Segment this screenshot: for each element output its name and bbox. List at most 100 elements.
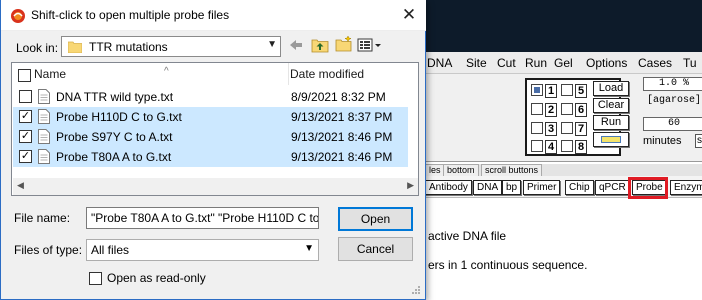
menu-item-gel[interactable]: Gel [554, 56, 573, 70]
info-text: ers in 1 continuous sequence. [428, 258, 588, 272]
file-name: Probe S97Y C to A.txt [56, 130, 173, 144]
lane-number: 5 [575, 84, 587, 98]
text-file-icon [38, 89, 50, 104]
chevron-down-icon: ▼ [304, 243, 314, 254]
read-only-checkbox[interactable] [89, 272, 102, 285]
gel-swatch-icon [601, 135, 621, 143]
lane-checkbox[interactable] [531, 122, 543, 134]
lane-checkbox[interactable] [531, 140, 543, 152]
scroll-left-icon[interactable]: ◀ [17, 180, 24, 191]
qpcr-button[interactable]: qPCR [595, 180, 630, 195]
look-in-dropdown[interactable]: TTR mutations ▼ [61, 36, 281, 57]
up-folder-icon[interactable] [311, 36, 329, 54]
read-only-label: Open as read-only [107, 271, 206, 285]
lane-number: 2 [545, 103, 557, 117]
clear-button[interactable]: Clear [593, 98, 629, 113]
file-name-input[interactable]: "Probe T80A A to G.txt" "Probe H110D C t… [86, 207, 319, 229]
file-date: 9/13/2021 8:37 PM [291, 110, 393, 124]
column-header-name[interactable]: Name ^ [34, 63, 289, 85]
cancel-button[interactable]: Cancel [338, 237, 413, 261]
agarose-label: [agarose] [646, 95, 701, 106]
file-type-label: Files of type: [14, 243, 83, 257]
look-in-value: TTR mutations [89, 40, 168, 54]
file-name-label: File name: [14, 211, 71, 225]
file-row[interactable]: ✓ Probe T80A A to G.txt 9/13/2021 8:46 P… [13, 147, 408, 167]
minutes-label: minutes [643, 135, 682, 147]
menu-item-cut[interactable]: Cut [497, 56, 516, 70]
lane-checkbox[interactable] [531, 84, 543, 96]
select-all-checkbox[interactable] [18, 69, 31, 82]
file-row[interactable]: ✓ Probe S97Y C to A.txt 9/13/2021 8:46 P… [13, 127, 408, 147]
dna-button[interactable]: DNA [473, 180, 503, 195]
row-checkbox[interactable] [19, 90, 32, 103]
gel-color-button[interactable] [593, 132, 629, 147]
menu-item-site[interactable]: Site [466, 56, 487, 70]
load-button[interactable]: Load [593, 81, 629, 96]
lane-number: 3 [545, 122, 557, 136]
file-date: 9/13/2021 8:46 PM [291, 130, 393, 144]
menu-item-cases[interactable]: Cases [638, 56, 672, 70]
lane-checkbox[interactable] [561, 84, 573, 96]
row-checkbox[interactable]: ✓ [19, 110, 32, 123]
enzyme-button[interactable]: Enzyme [670, 180, 702, 195]
row-checkbox[interactable]: ✓ [19, 130, 32, 143]
file-name: DNA TTR wild type.txt [56, 90, 174, 104]
text-file-icon [38, 109, 50, 124]
antibody-button[interactable]: Antibody [425, 180, 472, 195]
open-file-dialog: Shift-click to open multiple probe files… [0, 0, 426, 300]
file-type-value: All files [91, 243, 130, 257]
column-header-date[interactable]: Date modified [290, 63, 400, 85]
horizontal-scrollbar[interactable]: ◀ ▶ [13, 178, 418, 195]
file-name: Probe T80A A to G.txt [56, 150, 172, 164]
column-header-name-label: Name [34, 67, 67, 81]
menu-item-options[interactable]: Options [586, 56, 627, 70]
close-icon[interactable]: ✕ [397, 4, 421, 28]
menu-item-run[interactable]: Run [525, 56, 547, 70]
row-checkbox[interactable]: ✓ [19, 150, 32, 163]
menu-item-tu[interactable]: Tu [683, 56, 697, 70]
file-type-dropdown[interactable]: All files ▼ [86, 239, 319, 261]
dialog-title-bar[interactable]: Shift-click to open multiple probe files… [1, 0, 426, 31]
text-file-icon [38, 149, 50, 164]
look-in-label: Look in: [16, 41, 59, 55]
text-file-icon [38, 129, 50, 144]
resize-grip-icon[interactable] [411, 285, 421, 295]
chip-button[interactable]: Chip [565, 180, 594, 195]
file-list[interactable]: Name ^ Date modified DNA TTR wild type.t… [11, 62, 419, 196]
lane-checkbox[interactable] [531, 103, 543, 115]
dialog-title: Shift-click to open multiple probe files [31, 8, 230, 22]
view-menu-icon[interactable] [357, 37, 383, 53]
file-row[interactable]: DNA TTR wild type.txt 8/9/2021 8:32 PM [13, 87, 408, 107]
scroll-right-icon[interactable]: ▶ [407, 180, 414, 191]
file-name: Probe H110D C to G.txt [56, 110, 182, 124]
run-button[interactable]: Run [593, 115, 629, 130]
lane-checkbox[interactable] [561, 140, 573, 152]
agarose-field[interactable]: 1.0 % [643, 77, 702, 91]
tab-scroll-buttons[interactable]: scroll buttons [481, 164, 543, 176]
open-button[interactable]: Open [338, 207, 413, 231]
lane-number: 1 [545, 84, 557, 98]
lane-number: 7 [575, 122, 587, 136]
file-row[interactable]: ✓ Probe H110D C to G.txt 9/13/2021 8:37 … [13, 107, 408, 127]
tab-bottom[interactable]: bottom [443, 164, 479, 176]
back-arrow-icon[interactable] [288, 37, 304, 53]
lane-checkbox[interactable] [561, 122, 573, 134]
button-tabs: les bottom scroll buttons [415, 164, 702, 176]
set-button[interactable]: set [695, 134, 702, 148]
new-folder-icon[interactable] [335, 35, 353, 53]
file-date: 8/9/2021 8:32 PM [291, 90, 386, 104]
folder-icon [68, 41, 82, 53]
primer-button[interactable]: Primer [523, 180, 561, 195]
chevron-down-icon: ▼ [267, 39, 277, 50]
tab-les[interactable]: les [425, 164, 445, 176]
probe-highlight-box [628, 177, 668, 199]
lane-checkbox[interactable] [561, 103, 573, 115]
lane-number: 6 [575, 103, 587, 117]
lane-number: 8 [575, 140, 587, 154]
minutes-field[interactable]: 60 [643, 117, 702, 131]
bp-button[interactable]: bp [502, 180, 522, 195]
sort-ascending-icon: ^ [164, 66, 169, 77]
menu-item-dna[interactable]: DNA [427, 56, 452, 70]
file-date: 9/13/2021 8:46 PM [291, 150, 393, 164]
app-icon [11, 9, 25, 23]
